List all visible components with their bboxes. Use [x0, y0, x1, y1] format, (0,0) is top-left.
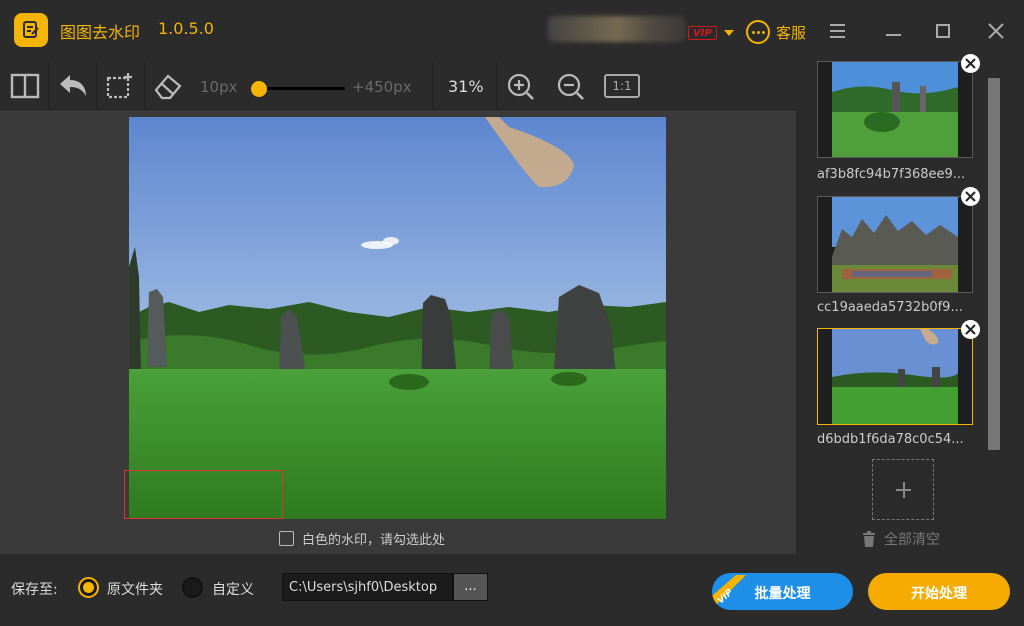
minimize-icon[interactable] [884, 21, 904, 41]
save-to-label: 保存至: [11, 582, 58, 598]
thumbnail-image [832, 62, 958, 157]
brush-size-slider[interactable] [251, 81, 345, 97]
toolbar-divider [144, 62, 145, 110]
menu-icon[interactable] [828, 21, 848, 41]
maximize-icon[interactable] [934, 21, 954, 41]
image-canvas[interactable]: 白色的水印，请勾选此处 [0, 110, 796, 554]
compare-view-icon[interactable] [10, 72, 40, 100]
vip-badge: VIP [688, 26, 717, 40]
thumbnail-image [832, 329, 958, 424]
remove-file-icon[interactable] [961, 187, 980, 206]
zoom-level: 31% [448, 77, 484, 96]
toolbar-divider [48, 62, 49, 110]
eraser-icon[interactable] [152, 72, 182, 100]
customer-service-label: 客服 [776, 23, 807, 42]
thumbnail-image [832, 197, 958, 292]
app-title: 图图去水印 [60, 23, 141, 42]
account-dropdown-icon[interactable] [724, 30, 734, 36]
preview-image[interactable] [129, 117, 666, 519]
brush-size-max-label: +450px [352, 78, 412, 96]
zoom-in-icon[interactable] [506, 72, 536, 100]
actual-size-button[interactable]: 1:1 [604, 74, 640, 98]
browse-folder-button[interactable]: ... [453, 573, 488, 601]
customer-service-button[interactable]: 客服 [746, 20, 806, 44]
remove-file-icon[interactable] [961, 54, 980, 73]
undo-icon[interactable] [56, 72, 86, 100]
clear-all-button[interactable]: 全部清空 [862, 529, 940, 549]
file-list-panel: af3b8fc94b7f368ee9... cc19aaeda5732b0f9.… [796, 54, 1024, 554]
file-thumbnail-selected[interactable] [817, 328, 973, 425]
batch-process-label: 批量处理 [754, 586, 811, 602]
zoom-out-icon[interactable] [556, 72, 586, 100]
select-rectangle-icon[interactable] [104, 72, 134, 100]
start-process-label: 开始处理 [911, 586, 967, 602]
bottom-bar: 保存至: 原文件夹 自定义 ... VIP 批量处理 开始处理 [0, 554, 1024, 626]
white-watermark-option[interactable]: 白色的水印，请勾选此处 [279, 528, 445, 548]
toolbar-divider [432, 62, 433, 110]
file-list-scrollbar[interactable] [988, 78, 1000, 450]
remove-file-icon[interactable] [961, 320, 980, 339]
start-process-button[interactable]: 开始处理 [868, 573, 1010, 610]
file-name: af3b8fc94b7f368ee9... [817, 167, 966, 182]
brush-size-slider-handle[interactable] [251, 81, 268, 97]
file-name: cc19aaeda5732b0f9... [817, 300, 963, 315]
original-folder-radio[interactable] [78, 577, 99, 598]
custom-folder-label[interactable]: 自定义 [212, 579, 254, 599]
chat-bubble-icon [746, 20, 770, 44]
white-watermark-label: 白色的水印，请勾选此处 [302, 532, 446, 548]
file-thumbnail[interactable] [817, 196, 973, 293]
file-thumbnail[interactable] [817, 61, 973, 158]
close-icon[interactable] [986, 21, 1006, 41]
toolbar-divider [96, 62, 97, 110]
watermark-selection-box[interactable] [124, 470, 283, 519]
output-path-input[interactable] [282, 573, 453, 601]
original-folder-label[interactable]: 原文件夹 [107, 579, 163, 599]
title-bar: 图图去水印 1.0.5.0 VIP 客服 [0, 0, 1024, 62]
white-watermark-checkbox[interactable] [279, 530, 294, 546]
app-version: 1.0.5.0 [158, 19, 214, 38]
file-name: d6bdb1f6da78c0c54... [817, 432, 964, 447]
app-logo-icon [14, 13, 48, 47]
toolbar-divider [496, 62, 497, 110]
user-account[interactable] [548, 16, 686, 42]
clear-all-label: 全部清空 [884, 532, 940, 548]
batch-process-button[interactable]: VIP 批量处理 [712, 573, 853, 610]
editor-toolbar: 10px +450px 31% 1:1 [0, 62, 796, 110]
trash-icon [863, 531, 875, 547]
add-file-button[interactable] [872, 459, 934, 520]
custom-folder-radio[interactable] [182, 577, 203, 598]
brush-size-min-label: 10px [200, 78, 238, 96]
